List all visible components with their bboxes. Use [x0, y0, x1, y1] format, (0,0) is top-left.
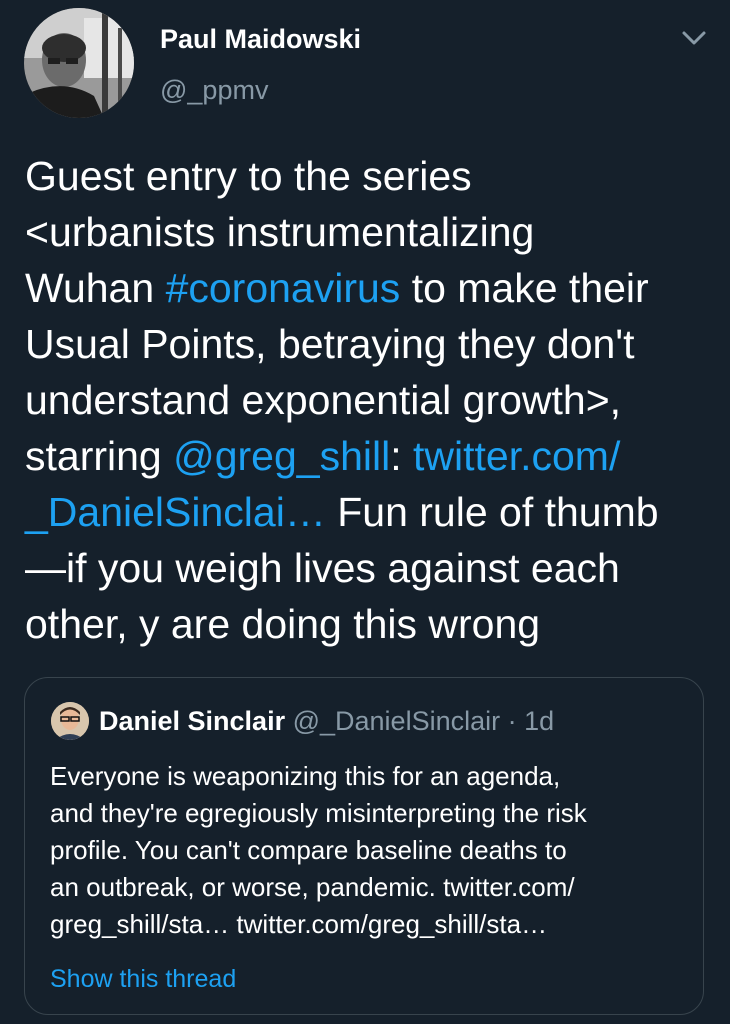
quoted-tweet-line: profile. You can't compare baseline deat… [50, 835, 567, 865]
quoted-tweet-time: 1d [524, 706, 555, 736]
tweet-body: Guest entry to the series <urbanists ins… [25, 148, 715, 652]
author-name[interactable]: Paul Maidowski [160, 23, 361, 55]
quoted-tweet-line: greg_shill/sta… twitter.com/greg_shill/s… [50, 909, 548, 939]
quoted-tweet-card[interactable]: Daniel Sinclair @_DanielSinclair · 1d Ev… [24, 677, 704, 1015]
chevron-down-icon[interactable] [680, 26, 708, 50]
author-avatar[interactable] [24, 8, 134, 118]
tweet-text: other, y are doing this wrong [25, 601, 541, 647]
tweet-line: understand exponential growth>, [25, 372, 715, 428]
tweet-line: _DanielSinclai… Fun rule of thumb [25, 484, 715, 540]
tweet-line: Usual Points, betraying they don't [25, 316, 715, 372]
separator-dot: · [507, 706, 517, 736]
tweet-text: Usual Points, betraying they don't [25, 321, 635, 367]
author-handle[interactable]: @_ppmv [160, 74, 268, 106]
tweet-line: Guest entry to the series [25, 148, 715, 204]
quoted-tweet-body: Everyone is weaponizing this for an agen… [50, 758, 690, 943]
quoted-author-name[interactable]: Daniel Sinclair [99, 706, 285, 736]
quoted-author-avatar[interactable] [51, 702, 89, 740]
tweet-text: Guest entry to the series [25, 153, 472, 199]
tweet-text: —if you weigh lives against each [25, 545, 620, 591]
url-link[interactable]: twitter.com/ [413, 433, 620, 479]
quoted-tweet-line: Everyone is weaponizing this for an agen… [50, 761, 561, 791]
tweet-line: <urbanists instrumentalizing [25, 204, 715, 260]
tweet-text: understand exponential growth>, [25, 377, 622, 423]
tweet-line: starring @greg_shill: twitter.com/ [25, 428, 715, 484]
quoted-tweet-line: an outbreak, or worse, pandemic. twitter… [50, 872, 575, 902]
hashtag-link[interactable]: #coronavirus [166, 265, 401, 311]
url-link[interactable]: _DanielSinclai… [25, 489, 326, 535]
tweet: Paul Maidowski @_ppmv Guest entry to the… [0, 0, 730, 1024]
tweet-line: —if you weigh lives against each [25, 540, 715, 596]
tweet-text: Wuhan [25, 265, 166, 311]
profile-photo-icon [51, 702, 89, 740]
quoted-tweet-header: Daniel Sinclair @_DanielSinclair · 1d [99, 704, 554, 738]
mention-link[interactable]: @greg_shill [173, 433, 390, 479]
quoted-author-handle[interactable]: @_DanielSinclair [293, 706, 501, 736]
tweet-text: to make their [400, 265, 649, 311]
tweet-text: : [390, 433, 414, 479]
tweet-line: other, y are doing this wrong [25, 596, 715, 652]
tweet-text: <urbanists instrumentalizing [25, 209, 535, 255]
profile-photo-icon [24, 8, 134, 118]
tweet-text: Fun rule of thumb [325, 489, 659, 535]
tweet-line: Wuhan #coronavirus to make their [25, 260, 715, 316]
quoted-tweet-line: and they're egregiously misinterpreting … [50, 798, 587, 828]
tweet-text: starring [25, 433, 174, 479]
show-thread-link[interactable]: Show this thread [50, 962, 236, 996]
